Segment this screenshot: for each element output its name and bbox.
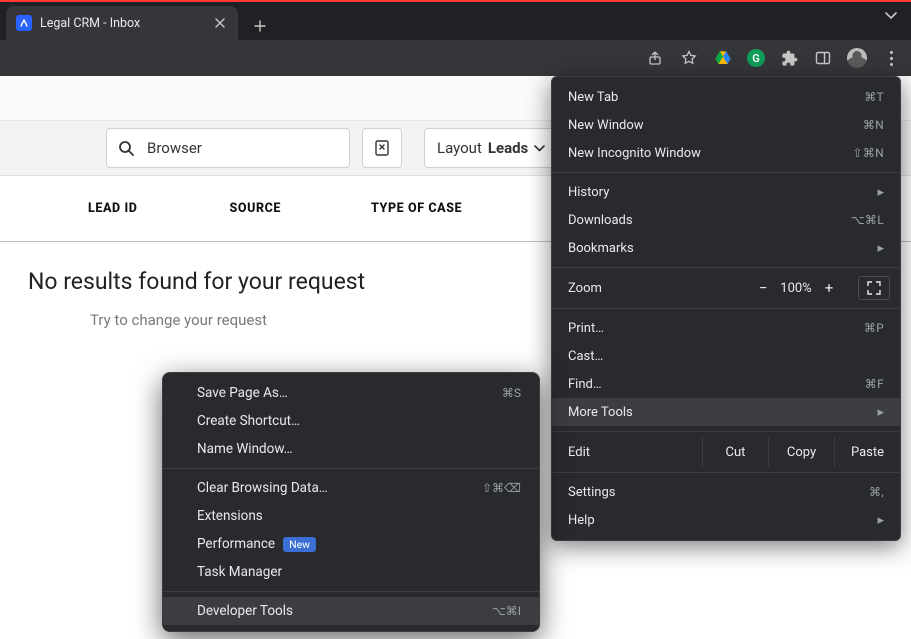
browser-tab[interactable]: Legal CRM - Inbox — [6, 6, 238, 40]
kebab-menu-icon[interactable] — [881, 48, 901, 68]
bookmark-star-icon[interactable] — [679, 48, 699, 68]
menu-new-incognito[interactable]: New Incognito Window⇧⌘N — [552, 139, 900, 167]
zoom-in-button[interactable]: + — [814, 277, 844, 299]
zoom-out-button[interactable]: − — [748, 277, 778, 299]
fullscreen-button[interactable] — [858, 276, 890, 300]
layout-dropdown[interactable]: Layout Leads — [424, 128, 558, 168]
submenu-extensions[interactable]: Extensions — [163, 502, 539, 530]
col-source[interactable]: SOURCE — [229, 201, 281, 216]
col-lead-id[interactable]: LEAD ID — [88, 201, 137, 216]
tab-favicon — [16, 15, 32, 31]
menu-new-window[interactable]: New Window⌘N — [552, 111, 900, 139]
tab-strip: Legal CRM - Inbox — [0, 0, 911, 40]
side-panel-icon[interactable] — [813, 48, 833, 68]
menu-new-tab[interactable]: New Tab⌘T — [552, 83, 900, 111]
submenu-task-manager[interactable]: Task Manager — [163, 558, 539, 586]
layout-label: Layout — [437, 139, 482, 157]
menu-history[interactable]: History▸ — [552, 178, 900, 206]
menu-edit-row: Edit Cut Copy Paste — [552, 437, 900, 467]
menu-copy[interactable]: Copy — [768, 437, 834, 467]
export-button[interactable] — [362, 128, 402, 168]
tab-title: Legal CRM - Inbox — [40, 16, 204, 31]
extensions-puzzle-icon[interactable] — [779, 48, 799, 68]
chevron-right-icon: ▸ — [877, 241, 884, 256]
menu-help[interactable]: Help▸ — [552, 506, 900, 534]
chevron-right-icon: ▸ — [877, 185, 884, 200]
menu-bookmarks[interactable]: Bookmarks▸ — [552, 234, 900, 262]
share-icon[interactable] — [645, 48, 665, 68]
search-icon — [118, 140, 134, 156]
new-badge: New — [283, 537, 316, 552]
menu-more-tools[interactable]: More Tools▸ — [552, 398, 900, 426]
chevron-right-icon: ▸ — [877, 405, 884, 420]
menu-find[interactable]: Find…⌘F — [552, 370, 900, 398]
menu-cut[interactable]: Cut — [702, 437, 768, 467]
menu-zoom: Zoom − 100% + — [552, 273, 900, 303]
submenu-save-page[interactable]: Save Page As…⌘S — [163, 379, 539, 407]
col-type-of-case[interactable]: TYPE OF CASE — [371, 201, 462, 216]
profile-avatar[interactable] — [847, 48, 867, 68]
submenu-create-shortcut[interactable]: Create Shortcut… — [163, 407, 539, 435]
menu-paste[interactable]: Paste — [834, 437, 900, 467]
chevron-right-icon: ▸ — [877, 513, 884, 528]
tab-list-caret-icon[interactable] — [885, 12, 897, 20]
browser-toolbar: G — [0, 40, 911, 76]
submenu-name-window[interactable]: Name Window… — [163, 435, 539, 463]
extension-drive-icon[interactable] — [713, 48, 733, 68]
menu-cast[interactable]: Cast… — [552, 342, 900, 370]
more-tools-submenu: Save Page As…⌘S Create Shortcut… Name Wi… — [162, 372, 540, 632]
close-tab-icon[interactable] — [212, 15, 228, 31]
search-input[interactable] — [106, 128, 350, 168]
submenu-performance[interactable]: PerformanceNew — [163, 530, 539, 558]
layout-value: Leads — [488, 139, 528, 157]
menu-print[interactable]: Print…⌘P — [552, 314, 900, 342]
menu-downloads[interactable]: Downloads⌥⌘L — [552, 206, 900, 234]
chrome-main-menu: New Tab⌘T New Window⌘N New Incognito Win… — [551, 76, 901, 541]
zoom-value: 100% — [778, 281, 814, 296]
menu-settings[interactable]: Settings⌘, — [552, 478, 900, 506]
extension-grammarly-icon[interactable]: G — [747, 49, 765, 67]
chevron-down-icon — [534, 145, 545, 152]
submenu-clear-browsing[interactable]: Clear Browsing Data…⇧⌘⌫ — [163, 474, 539, 502]
submenu-developer-tools[interactable]: Developer Tools⌥⌘I — [163, 597, 539, 625]
new-tab-button[interactable] — [246, 12, 274, 40]
